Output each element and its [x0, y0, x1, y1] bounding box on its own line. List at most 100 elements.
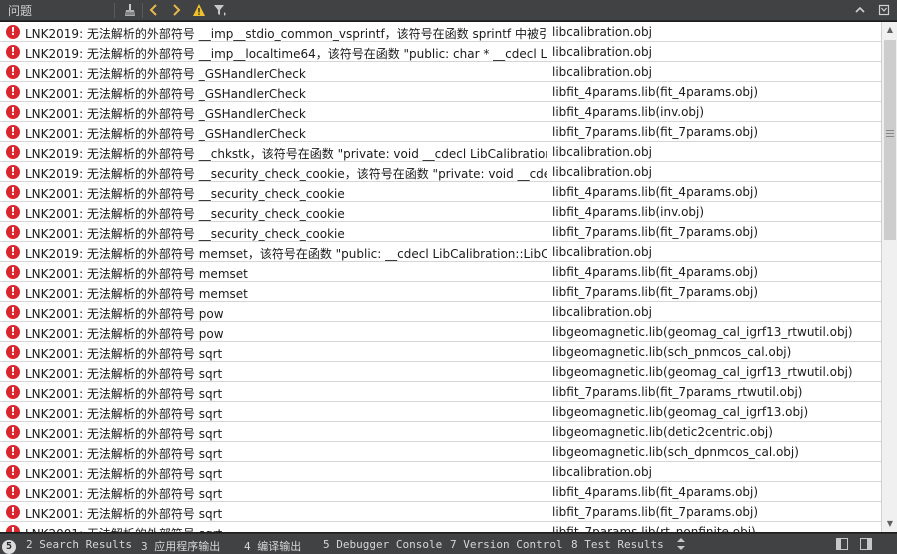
scroll-down-arrow-icon[interactable]: ▼ [882, 516, 897, 532]
issue-file[interactable]: libfit_7params.lib(fit_7params_rtwutil.o… [552, 385, 877, 399]
scroll-up-arrow-icon[interactable]: ▲ [882, 22, 897, 38]
error-icon: ! [6, 305, 20, 319]
toggle-left-sidebar-icon[interactable] [834, 536, 850, 552]
issue-row[interactable]: ! LNK2001: 无法解析的外部符号 _GSHandlerCheck libfi… [0, 82, 881, 102]
issue-description: LNK2001: 无法解析的外部符号 _GSHandlerCheck [25, 87, 306, 101]
error-icon: ! [6, 265, 20, 279]
issue-row[interactable]: ! LNK2019: 无法解析的外部符号 __imp__stdio_common_… [0, 22, 881, 42]
panel-title: 问题 [8, 4, 33, 18]
issue-row[interactable]: ! LNK2001: 无法解析的外部符号 __security_check_coo… [0, 222, 881, 242]
tab-compile-output[interactable]: 4 编译输出 [244, 538, 301, 554]
issue-row[interactable]: ! LNK2001: 无法解析的外部符号 pow libgeomagnetic.li… [0, 322, 881, 342]
prev-arrow-icon[interactable] [146, 2, 162, 18]
tab-debugger-console[interactable]: 5 Debugger Console [323, 538, 442, 551]
error-icon: ! [6, 165, 20, 179]
issue-row[interactable]: ! LNK2001: 无法解析的外部符号 memset libfit_4params… [0, 262, 881, 282]
issue-file[interactable]: libcalibration.obj [552, 65, 877, 79]
error-icon: ! [6, 285, 20, 299]
issue-row[interactable]: ! LNK2001: 无法解析的外部符号 sqrt libfit_4params.l… [0, 482, 881, 502]
issue-row[interactable]: ! LNK2001: 无法解析的外部符号 _GSHandlerCheck libfi… [0, 122, 881, 142]
clean-icon[interactable] [122, 2, 138, 18]
error-icon: ! [6, 425, 20, 439]
issue-file[interactable]: libfit_7params.lib(fit_7params.obj) [552, 125, 877, 139]
error-icon: ! [6, 345, 20, 359]
issue-file[interactable]: libgeomagnetic.lib(geomag_cal_igrf13_rtw… [552, 365, 877, 379]
issue-row[interactable]: ! LNK2001: 无法解析的外部符号 sqrt libgeomagnetic.l… [0, 442, 881, 462]
tab-search-results[interactable]: 2 Search Results [26, 538, 132, 551]
error-icon: ! [6, 325, 20, 339]
issue-file[interactable]: libcalibration.obj [552, 245, 877, 259]
issue-description: LNK2001: 无法解析的外部符号 __security_check_cook… [25, 227, 345, 241]
collapse-up-icon[interactable] [852, 2, 868, 18]
issue-row[interactable]: ! LNK2019: 无法解析的外部符号 __imp__localtime64，该… [0, 42, 881, 62]
maximize-icon[interactable] [876, 2, 892, 18]
issue-row[interactable]: ! LNK2001: 无法解析的外部符号 __security_check_coo… [0, 182, 881, 202]
issue-list[interactable]: ! LNK2019: 无法解析的外部符号 __imp__stdio_common_… [0, 22, 881, 532]
issue-description: LNK2001: 无法解析的外部符号 sqrt [25, 347, 223, 361]
issue-file[interactable]: libfit_7params.lib(fit_7params.obj) [552, 225, 877, 239]
issue-file[interactable]: libcalibration.obj [552, 25, 877, 39]
error-icon: ! [6, 385, 20, 399]
scrollbar-thumb[interactable] [884, 40, 896, 240]
error-icon: ! [6, 145, 20, 159]
issue-file[interactable]: libcalibration.obj [552, 305, 877, 319]
issue-row[interactable]: ! LNK2001: 无法解析的外部符号 _GSHandlerCheck libfi… [0, 102, 881, 122]
issue-file[interactable]: libgeomagnetic.lib(detic2centric.obj) [552, 425, 877, 439]
issue-file[interactable]: libfit_7params.lib(rt_nonfinite.obj) [552, 525, 877, 532]
issue-row[interactable]: ! LNK2001: 无法解析的外部符号 pow libcalibration.ob… [0, 302, 881, 322]
issue-file[interactable]: libfit_4params.lib(fit_4params.obj) [552, 485, 877, 499]
issue-row[interactable]: ! LNK2001: 无法解析的外部符号 sqrt libgeomagnetic.l… [0, 362, 881, 382]
tab-issues[interactable]: 5 [2, 537, 16, 554]
error-icon: ! [6, 105, 20, 119]
issue-file[interactable]: libfit_4params.lib(fit_4params.obj) [552, 85, 877, 99]
next-arrow-icon[interactable] [168, 2, 184, 18]
issue-row[interactable]: ! LNK2019: 无法解析的外部符号 memset，该符号在函数 "publi… [0, 242, 881, 262]
issue-file[interactable]: libfit_7params.lib(fit_7params.obj) [552, 285, 877, 299]
tab-application-output[interactable]: 3 应用程序输出 [141, 538, 220, 554]
issue-row[interactable]: ! LNK2001: 无法解析的外部符号 sqrt libfit_7params.l… [0, 382, 881, 402]
issue-file[interactable]: libcalibration.obj [552, 45, 877, 59]
issues-panel-header: 问题 [0, 0, 897, 21]
vertical-scrollbar[interactable]: ▲ ▼ [881, 22, 897, 532]
issue-file[interactable]: libfit_4params.lib(inv.obj) [552, 105, 877, 119]
issue-file[interactable]: libcalibration.obj [552, 465, 877, 479]
issue-row[interactable]: ! LNK2001: 无法解析的外部符号 sqrt libgeomagnetic.l… [0, 422, 881, 442]
toggle-right-sidebar-icon[interactable] [858, 536, 874, 552]
error-icon: ! [6, 405, 20, 419]
issue-file[interactable]: libfit_4params.lib(fit_4params.obj) [552, 185, 877, 199]
issue-description: LNK2001: 无法解析的外部符号 sqrt [25, 447, 223, 461]
issue-row[interactable]: ! LNK2001: 无法解析的外部符号 sqrt libfit_7params.l… [0, 502, 881, 522]
issue-file[interactable]: libgeomagnetic.lib(sch_dpnmcos_cal.obj) [552, 445, 877, 459]
tab-test-results[interactable]: 8 Test Results [571, 538, 664, 551]
issue-description: LNK2019: 无法解析的外部符号 memset，该符号在函数 "public… [25, 247, 547, 261]
filter-icon[interactable] [212, 2, 228, 18]
issue-file[interactable]: libfit_4params.lib(inv.obj) [552, 205, 877, 219]
issue-row[interactable]: ! LNK2001: 无法解析的外部符号 sqrt libgeomagnetic.l… [0, 402, 881, 422]
issue-description: LNK2001: 无法解析的外部符号 sqrt [25, 487, 223, 501]
issue-row[interactable]: ! LNK2001: 无法解析的外部符号 _GSHandlerCheck libca… [0, 62, 881, 82]
issue-file[interactable]: libfit_4params.lib(fit_4params.obj) [552, 265, 877, 279]
issue-row[interactable]: ! LNK2001: 无法解析的外部符号 sqrt libfit_7params.l… [0, 522, 881, 532]
issue-row[interactable]: ! LNK2001: 无法解析的外部符号 __security_check_coo… [0, 202, 881, 222]
issue-row[interactable]: ! LNK2019: 无法解析的外部符号 __security_check_coo… [0, 162, 881, 182]
issue-file[interactable]: libgeomagnetic.lib(geomag_cal_igrf13_rtw… [552, 325, 877, 339]
issue-row[interactable]: ! LNK2001: 无法解析的外部符号 sqrt libcalibration.o… [0, 462, 881, 482]
issue-file[interactable]: libgeomagnetic.lib(geomag_cal_igrf13.obj… [552, 405, 877, 419]
issue-file[interactable]: libcalibration.obj [552, 165, 877, 179]
issue-description: LNK2001: 无法解析的外部符号 pow [25, 307, 224, 321]
tab-version-control[interactable]: 7 Version Control [450, 538, 563, 551]
warning-filter-icon[interactable] [191, 2, 207, 18]
issue-row[interactable]: ! LNK2001: 无法解析的外部符号 sqrt libgeomagnetic.l… [0, 342, 881, 362]
more-tabs-icon[interactable] [673, 536, 689, 552]
issues-count-badge: 5 [2, 540, 16, 554]
issue-row[interactable]: ! LNK2001: 无法解析的外部符号 memset libfit_7params… [0, 282, 881, 302]
issue-description: LNK2001: 无法解析的外部符号 sqrt [25, 427, 223, 441]
error-icon: ! [6, 205, 20, 219]
issue-file[interactable]: libgeomagnetic.lib(sch_pnmcos_cal.obj) [552, 345, 877, 359]
issue-row[interactable]: ! LNK2019: 无法解析的外部符号 __chkstk，该符号在函数 "pri… [0, 142, 881, 162]
scrollbar-grip-icon [886, 130, 894, 137]
issue-file[interactable]: libcalibration.obj [552, 145, 877, 159]
toolbar-separator [142, 3, 143, 18]
issue-description: LNK2019: 无法解析的外部符号 __imp__localtime64，该符… [25, 47, 547, 61]
issue-file[interactable]: libfit_7params.lib(fit_7params.obj) [552, 505, 877, 519]
